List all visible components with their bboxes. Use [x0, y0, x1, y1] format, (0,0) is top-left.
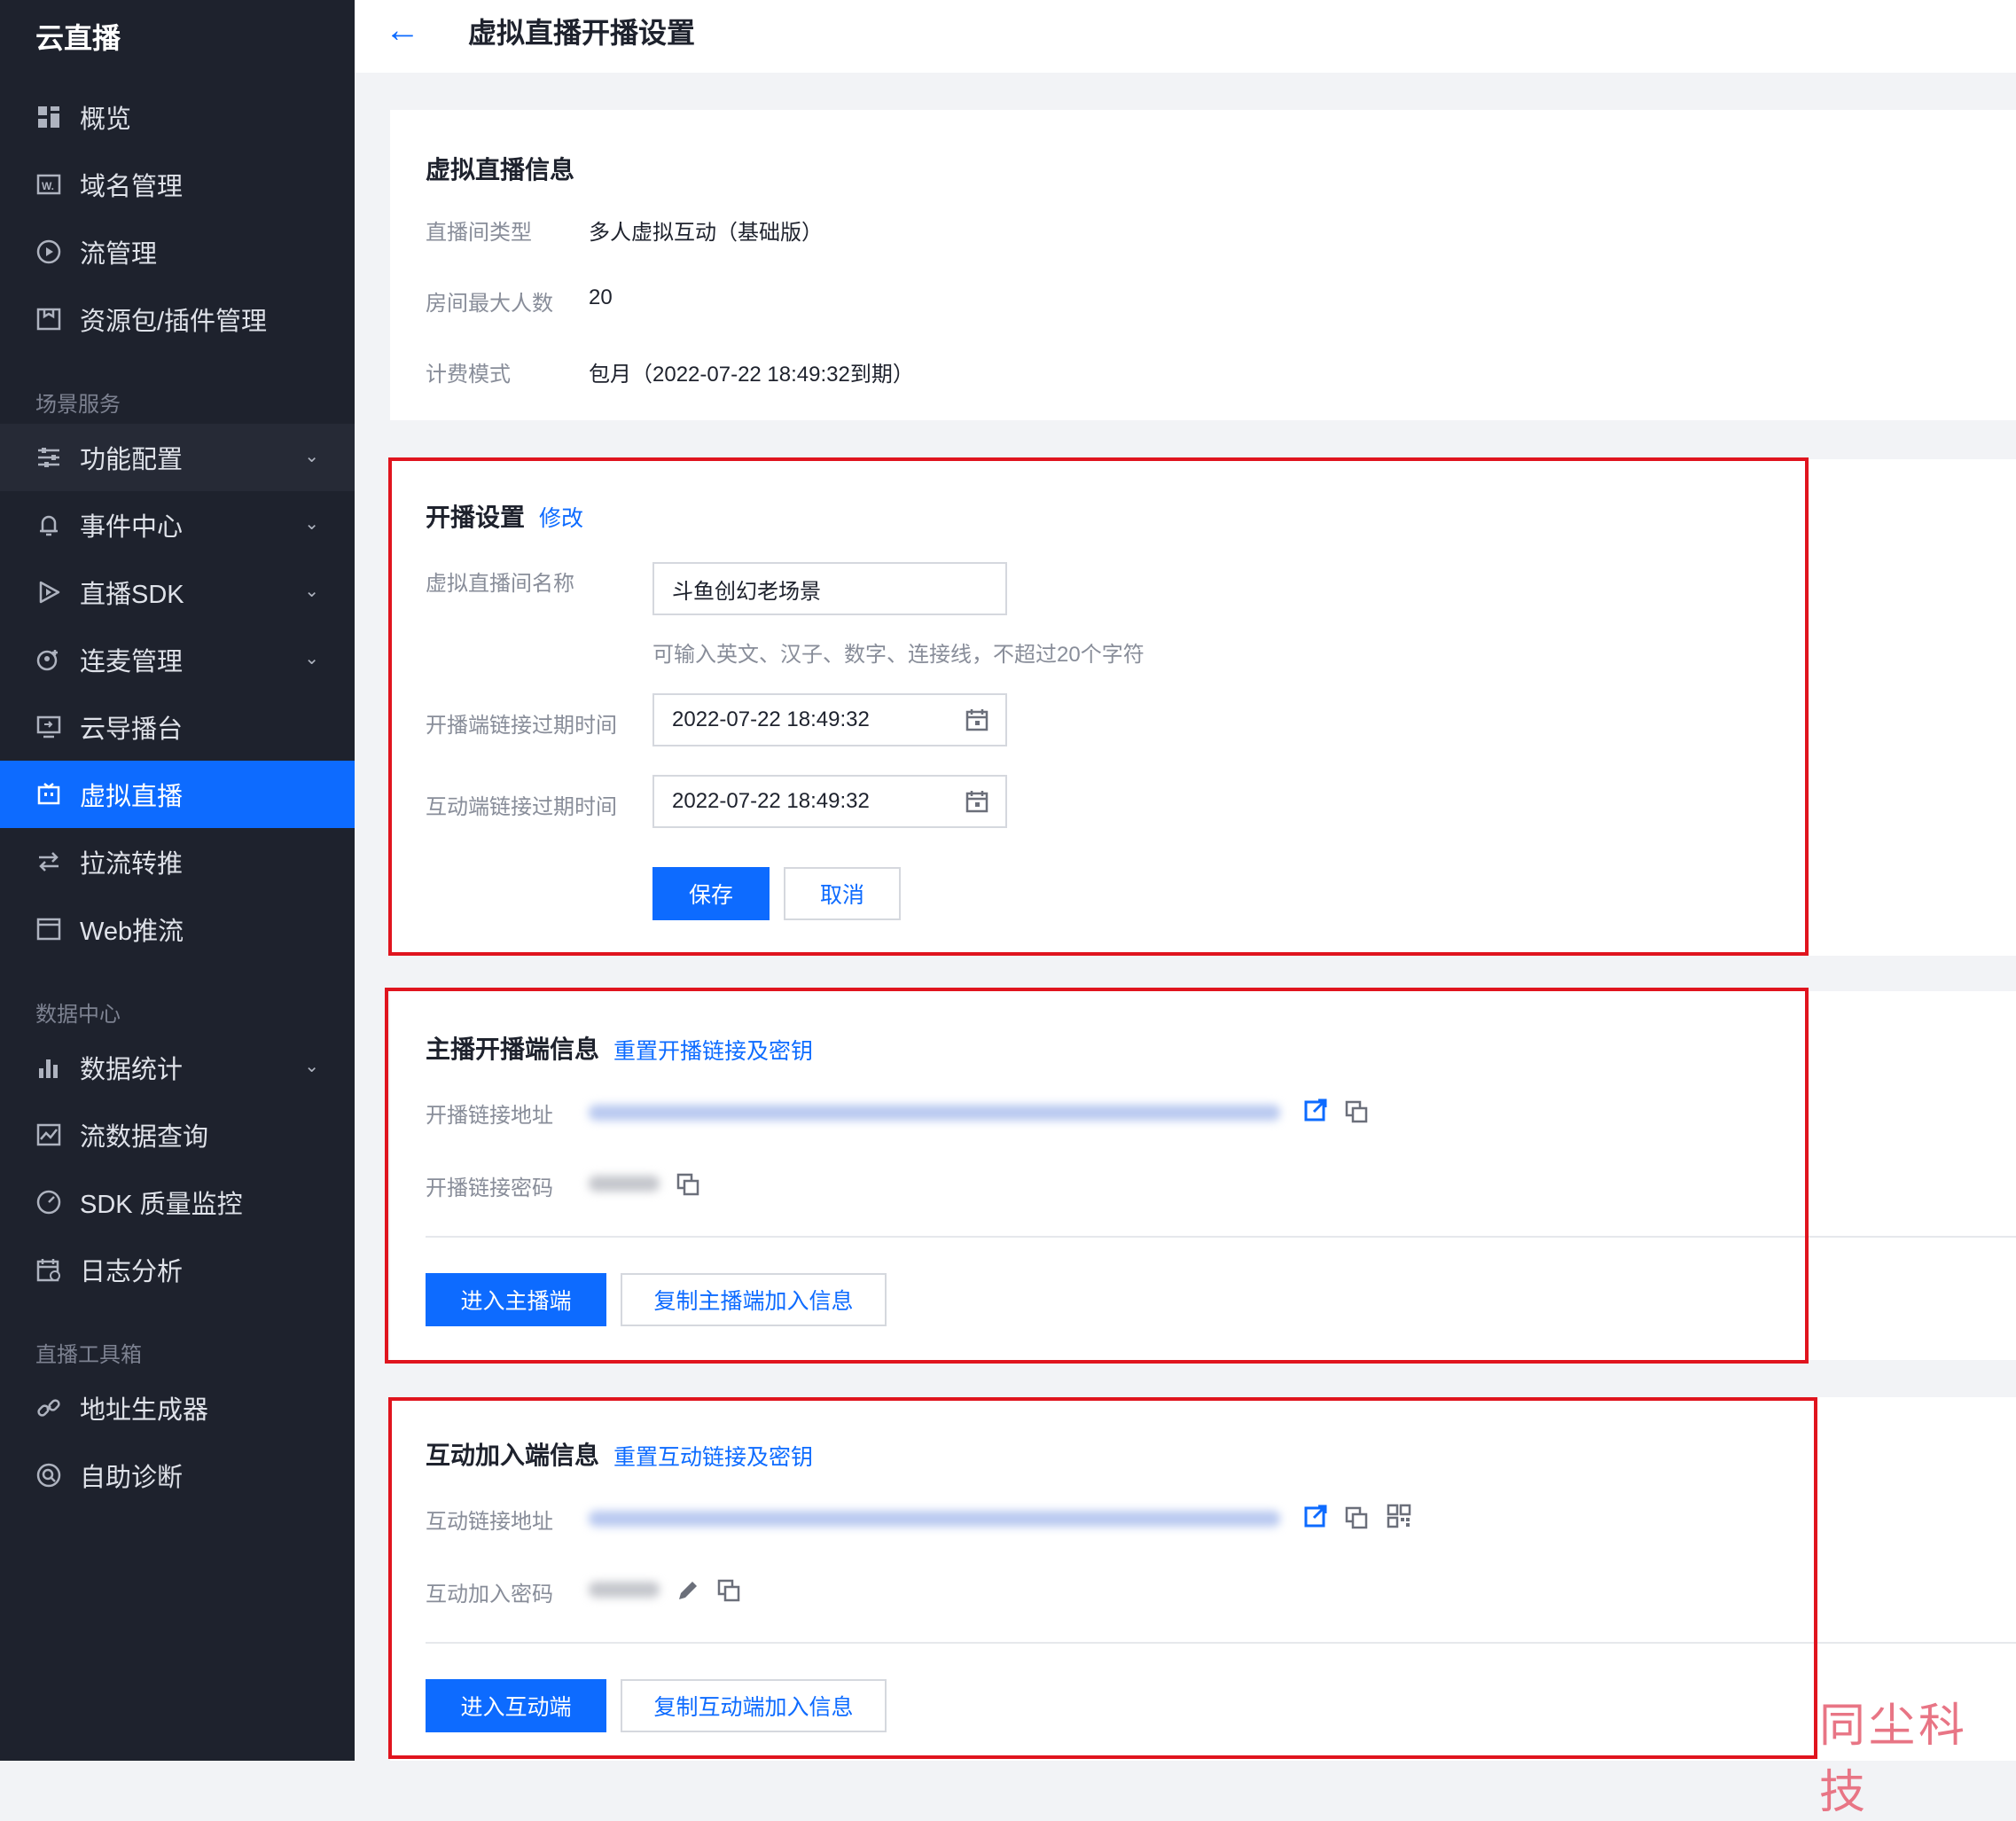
group-title-data: 数据中心: [35, 1003, 121, 1027]
sidebar-item-stream-query[interactable]: 流数据查询: [0, 1101, 355, 1168]
sidebar-item-label: 自助诊断: [80, 1464, 184, 1492]
info-label-room-type: 直播间类型: [426, 221, 532, 245]
sidebar-item-log-analysis[interactable]: 日志分析: [0, 1236, 355, 1303]
chevron-down-icon: ⌄: [304, 649, 319, 668]
highlight-box-broadcast: [388, 457, 1809, 956]
sidebar-item-co-host[interactable]: 连麦管理 ⌄: [0, 626, 355, 693]
watermark-text: 同尘科技: [1819, 1701, 1969, 1818]
sidebar-item-label: 域名管理: [80, 173, 184, 201]
domain-icon: W.: [35, 171, 62, 198]
sidebar-item-label: 拉流转推: [80, 850, 184, 879]
diagnose-icon: [35, 1462, 62, 1489]
back-arrow-icon[interactable]: ←: [385, 11, 420, 51]
chevron-down-icon: ⌄: [304, 447, 319, 466]
bar-chart-icon: [35, 1054, 62, 1081]
sidebar-item-domain[interactable]: W. 域名管理: [0, 151, 355, 218]
sidebar-item-label: SDK 质量监控: [80, 1191, 243, 1219]
sidebar-item-label: 日志分析: [80, 1258, 184, 1286]
sidebar-item-stream[interactable]: 流管理: [0, 218, 355, 285]
link-icon: [35, 1395, 62, 1421]
sidebar-item-web-push[interactable]: Web推流: [0, 895, 355, 963]
sidebar-item-label: 流管理: [80, 240, 158, 269]
sidebar-item-label: 虚拟直播: [80, 783, 184, 811]
calendar-log-icon: [35, 1256, 62, 1283]
sidebar-item-package[interactable]: 资源包/插件管理: [0, 285, 355, 353]
sidebar-item-self-diagnose[interactable]: 自助诊断: [0, 1442, 355, 1509]
chevron-down-icon: ⌄: [304, 582, 319, 601]
info-label-billing: 计费模式: [426, 363, 511, 387]
sidebar-item-label: 资源包/插件管理: [80, 308, 268, 336]
stream-icon: [35, 238, 62, 265]
sidebar-item-label: 连麦管理: [80, 648, 184, 676]
group-title-tools: 直播工具箱: [35, 1343, 142, 1367]
sidebar-item-label: Web推流: [80, 918, 184, 946]
monitor-icon: [35, 714, 62, 740]
sidebar-item-data-stats[interactable]: 数据统计 ⌄: [0, 1034, 355, 1101]
svg-text:W.: W.: [42, 180, 54, 192]
settings-sliders-icon: [35, 444, 62, 471]
sidebar-item-overview[interactable]: 概览: [0, 83, 355, 151]
sidebar-item-label: 概览: [80, 106, 132, 134]
sidebar-item-feature-config[interactable]: 功能配置 ⌄: [0, 424, 355, 491]
info-label-max-people: 房间最大人数: [426, 292, 553, 316]
web-icon: [35, 916, 62, 942]
package-icon: [35, 306, 62, 332]
group-title-scene: 场景服务: [35, 393, 121, 417]
sidebar-brand: 云直播: [35, 22, 121, 54]
info-value-room-type: 多人虚拟互动（基础版）: [589, 221, 823, 245]
sidebar-item-label: 功能配置: [80, 446, 184, 474]
sidebar-item-label: 地址生成器: [80, 1396, 209, 1425]
highlight-box-host: [385, 988, 1809, 1364]
transfer-icon: [35, 848, 62, 875]
bell-icon: [35, 512, 62, 538]
virtual-live-icon: [35, 781, 62, 808]
chevron-down-icon: ⌄: [304, 1057, 319, 1076]
sidebar-item-label: 云导播台: [80, 715, 184, 744]
sidebar-item-pull-push[interactable]: 拉流转推: [0, 828, 355, 895]
chevron-down-icon: ⌄: [304, 514, 319, 534]
info-value-billing: 包月（2022-07-22 18:49:32到期）: [589, 363, 914, 387]
sidebar-item-label: 事件中心: [80, 513, 184, 542]
sidebar-item-live-sdk[interactable]: 直播SDK ⌄: [0, 559, 355, 626]
highlight-box-interact: [388, 1397, 1817, 1759]
gauge-icon: [35, 1189, 62, 1215]
sidebar: 云直播 概览 W. 域名管理 流管理 资源包/插件管理 场景服务 功能配置 ⌄ …: [0, 0, 355, 1761]
dashboard-icon: [35, 104, 62, 130]
sidebar-item-virtual-live[interactable]: 虚拟直播: [0, 761, 355, 828]
sidebar-item-event-center[interactable]: 事件中心 ⌄: [0, 491, 355, 559]
page-title: 虚拟直播开播设置: [468, 17, 696, 49]
play-icon: [35, 579, 62, 606]
sidebar-item-label: 数据统计: [80, 1056, 184, 1084]
info-value-max-people: 20: [589, 285, 613, 309]
info-title: 虚拟直播信息: [426, 156, 575, 184]
sidebar-item-sdk-monitor[interactable]: SDK 质量监控: [0, 1168, 355, 1236]
sidebar-item-label: 直播SDK: [80, 581, 184, 609]
mic-link-icon: [35, 646, 62, 673]
line-chart-icon: [35, 1122, 62, 1148]
sidebar-item-label: 流数据查询: [80, 1123, 209, 1152]
sidebar-item-cloud-director[interactable]: 云导播台: [0, 693, 355, 761]
sidebar-item-url-generator[interactable]: 地址生成器: [0, 1374, 355, 1442]
